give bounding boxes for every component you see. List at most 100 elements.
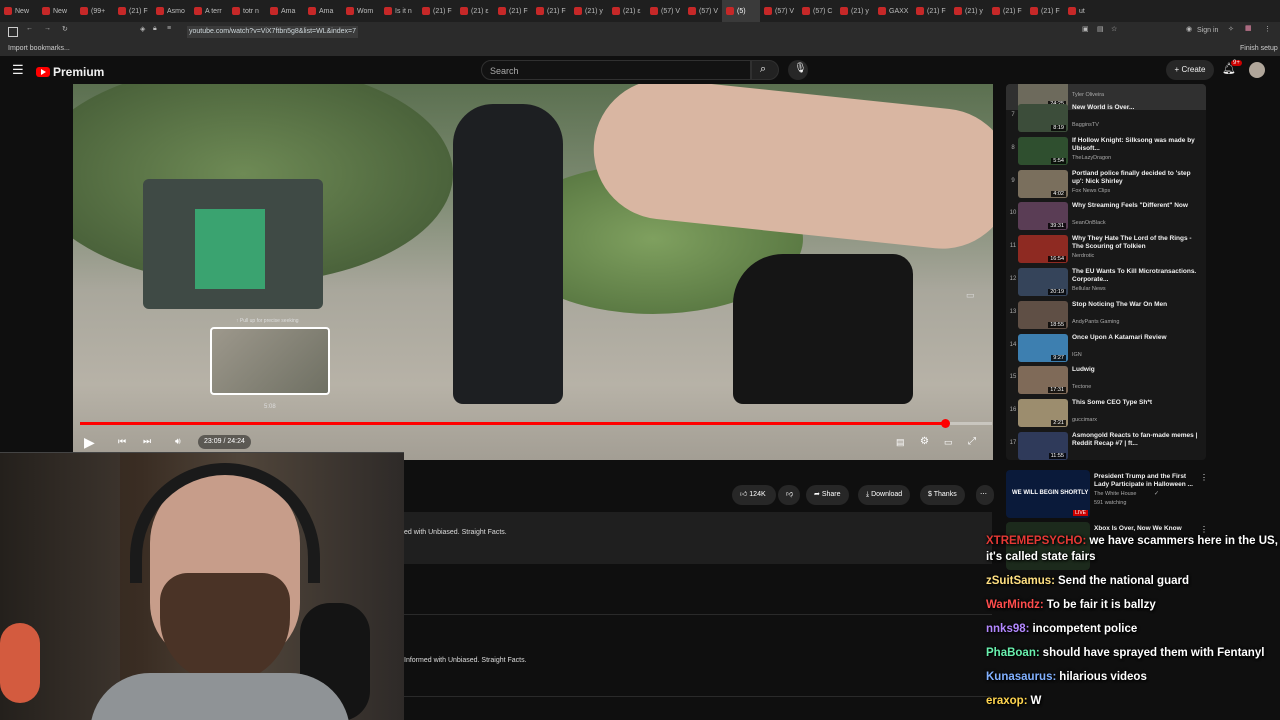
playlist-item[interactable]: 7 8:19 New World is Over... BagginsTV — [1006, 102, 1206, 134]
download-label: Download — [871, 491, 903, 498]
tab-favicon-icon — [194, 7, 202, 15]
address-bar[interactable]: youtube.com/watch?v=ViX7ftbn5g8&list=WL&… — [187, 26, 359, 38]
thanks-button[interactable]: $ Thanks — [920, 485, 965, 505]
chat-message: XTREMEPSYCHO: we have scammers here in th… — [986, 533, 1278, 565]
playlist-duration: 16:54 — [1048, 256, 1066, 263]
browser-tab[interactable]: (21) y — [950, 0, 988, 22]
video-player[interactable]: ▭ — [73, 84, 993, 460]
playlist-item[interactable]: 15 17:31 Ludwig Tectone — [1006, 364, 1206, 396]
recommendation-item[interactable]: WE WILL BEGIN SHORTLY LIVE President Tru… — [1006, 470, 1208, 518]
playlist-item[interactable]: 12 20:19 The EU Wants To Kill Microtransac… — [1006, 266, 1206, 298]
search-button[interactable]: ⌕ — [751, 60, 779, 80]
browser-tab[interactable]: (21) F — [988, 0, 1026, 22]
more-actions-button[interactable]: ⋯ — [976, 485, 994, 505]
browser-tab[interactable]: (21) F — [1026, 0, 1064, 22]
browser-tab[interactable]: New — [38, 0, 76, 22]
playlist-item[interactable]: 13 18:55 Stop Noticing The War On Men AndyP… — [1006, 299, 1206, 331]
shield-icon[interactable]: ◈ — [140, 25, 145, 33]
tab-title: A terr — [205, 7, 222, 15]
forward-icon[interactable]: → — [44, 25, 51, 32]
browser-tab[interactable]: A terr — [190, 0, 228, 22]
browser-tab[interactable]: Ama — [266, 0, 304, 22]
reload-icon[interactable]: ↻ — [62, 25, 68, 33]
menu-icon[interactable]: ⋮ — [1264, 25, 1271, 33]
dislike-button[interactable]: 👎︎ — [778, 485, 800, 505]
progress-fill — [80, 422, 946, 425]
playlist-item[interactable]: 11 16:54 Why They Hate The Lord of the Rin… — [1006, 233, 1206, 265]
playlist-item[interactable]: 9 4:02 Portland police finally decided to … — [1006, 168, 1206, 200]
browser-tab[interactable]: (21) F — [114, 0, 152, 22]
browser-tab[interactable]: (21) ε — [608, 0, 646, 22]
playlist-item[interactable]: 10 39:31 Why Streaming Feels "Different" N… — [1006, 200, 1206, 232]
playlist-duration: 11:55 — [1048, 453, 1066, 459]
sign-in-link[interactable]: Sign in — [1197, 27, 1218, 34]
browser-tab[interactable]: (5) — [722, 0, 760, 22]
site-settings-icon[interactable]: ≡ — [167, 25, 171, 32]
description-box[interactable]: ed with Unbiased. Straight Facts. — [404, 512, 992, 564]
previous-icon[interactable]: ⏮ — [118, 436, 126, 447]
info-card-icon[interactable]: ▭ — [966, 290, 975, 301]
browser-tab[interactable]: ut — [1064, 0, 1102, 22]
browser-tab[interactable]: (99+ — [76, 0, 114, 22]
browser-tab[interactable]: Is it n — [380, 0, 418, 22]
tab-share-icon[interactable]: ▤ — [1097, 25, 1104, 33]
hamburger-menu-icon[interactable]: ☰ — [12, 62, 24, 78]
playlist-channel: Fox News Clips — [1072, 187, 1111, 194]
browser-tab[interactable]: (21) F — [418, 0, 456, 22]
tab-title: Is it n — [395, 7, 412, 15]
browser-tab[interactable]: Ama — [304, 0, 342, 22]
browser-tab[interactable]: (21) F — [532, 0, 570, 22]
finish-setup-link[interactable]: Finish setup — [1240, 45, 1278, 52]
volume-icon[interactable]: 🔊︎ — [175, 436, 181, 447]
browser-tab[interactable]: (21) F — [494, 0, 532, 22]
bookmark-star-icon[interactable]: ☆ — [1111, 25, 1117, 33]
browser-tab[interactable]: (57) C — [798, 0, 836, 22]
browser-tab[interactable]: (21) y — [570, 0, 608, 22]
import-bookmarks-link[interactable]: Import bookmarks... — [8, 45, 70, 52]
browser-tab[interactable]: (21) F — [912, 0, 950, 22]
theater-mode-icon[interactable]: ▭ — [944, 437, 953, 448]
browser-tab[interactable]: New — [0, 0, 38, 22]
browser-tab[interactable]: (57) V — [760, 0, 798, 22]
profile-icon[interactable]: ◉ — [1186, 25, 1192, 33]
playlist-title: Portland police finally decided to 'step… — [1072, 169, 1191, 185]
browser-tab[interactable]: Wom — [342, 0, 380, 22]
download-button[interactable]: ⤓ Download — [858, 485, 911, 505]
tab-favicon-icon — [80, 7, 88, 15]
subtitles-icon[interactable]: ▤ — [896, 437, 905, 448]
lock-icon[interactable]: 🔒︎ — [153, 25, 157, 33]
tab-favicon-icon — [384, 7, 392, 15]
more-options-icon[interactable]: ⋮ — [1200, 473, 1208, 482]
playlist-item[interactable]: 16 2:21 This Some CEO Type Sh*t guccimarx — [1006, 397, 1206, 429]
playlist-title: Ludwig — [1072, 366, 1095, 374]
sidebar-toggle-icon[interactable] — [8, 27, 18, 37]
playlist-item[interactable]: 14 9:27 Once Upon A Katamari Review IGN — [1006, 332, 1206, 364]
progress-bar[interactable] — [80, 422, 992, 425]
browser-tab[interactable]: GAXX — [874, 0, 912, 22]
extensions-icon[interactable]: ✧ — [1228, 25, 1234, 33]
reader-icon[interactable]: ▣ — [1082, 25, 1089, 33]
browser-tab[interactable]: (57) V — [684, 0, 722, 22]
playlist-item[interactable]: 8 5:54 If Hollow Knight: Silksong was made… — [1006, 135, 1206, 167]
fullscreen-icon[interactable]: ⤢ — [968, 436, 976, 447]
divider — [404, 696, 992, 697]
create-button[interactable]: + Create — [1166, 60, 1214, 80]
browser-tab[interactable]: (21) y — [836, 0, 874, 22]
browser-tab[interactable]: totr n — [228, 0, 266, 22]
play-button[interactable]: ▶ — [84, 434, 95, 451]
browser-tab[interactable]: (57) V — [646, 0, 684, 22]
like-button[interactable]: 👍︎ 124K — [732, 485, 776, 505]
browser-tab[interactable]: Asmo — [152, 0, 190, 22]
browser-tab[interactable]: (21) ε — [456, 0, 494, 22]
back-icon[interactable]: ← — [26, 25, 33, 32]
search-input[interactable]: Search — [481, 60, 751, 80]
playlist-item[interactable]: 17 11:55 Asmongold Reacts to fan-made meme… — [1006, 430, 1206, 460]
avatar[interactable] — [1249, 62, 1265, 78]
settings-gear-icon[interactable]: ⚙ — [920, 436, 929, 447]
share-button[interactable]: ➦ Share — [806, 485, 849, 505]
playlist-channel: AndyPants Gaming — [1072, 318, 1120, 325]
youtube-logo[interactable]: Premium — [36, 65, 104, 79]
next-icon[interactable]: ⏭ — [143, 436, 151, 447]
extension-badge-icon[interactable]: ▦ — [1245, 24, 1252, 32]
voice-search-button[interactable]: 🎙︎ — [788, 60, 808, 80]
